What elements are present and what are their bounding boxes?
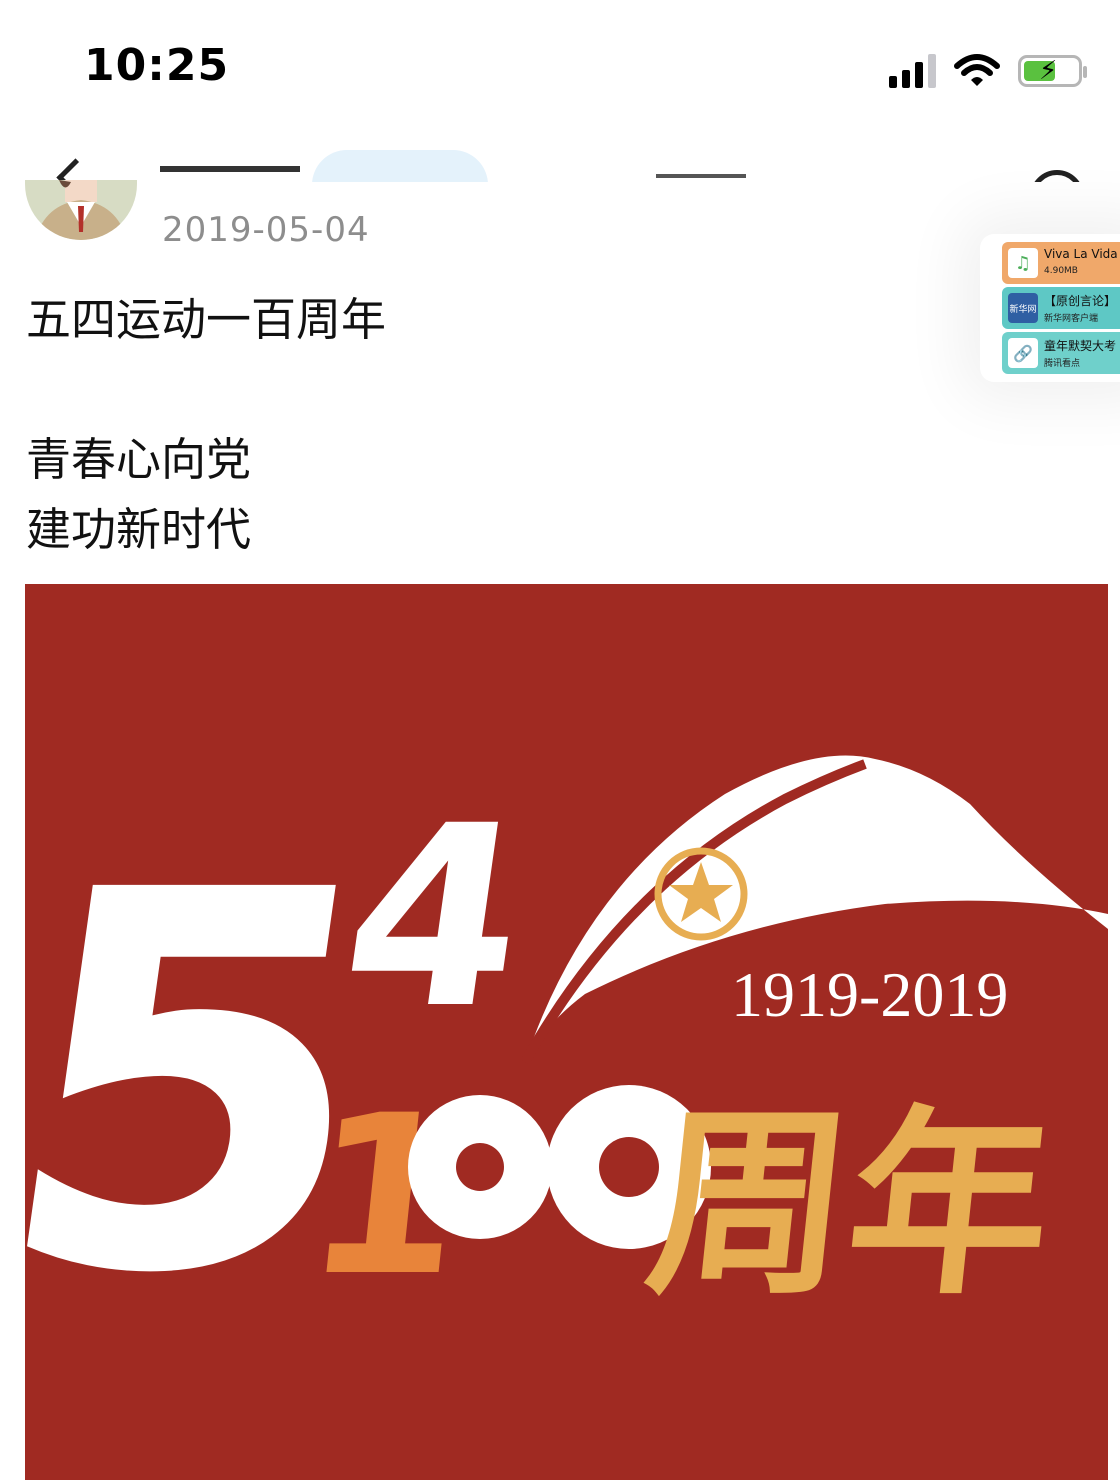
- share-item-title: Viva La Vida: [1044, 247, 1118, 261]
- share-item-music[interactable]: ♫ Viva La Vida 4.90MB: [1002, 242, 1120, 284]
- avatar[interactable]: [25, 180, 137, 240]
- post-image[interactable]: 1919-2019 5 4 1 周年: [25, 584, 1108, 1480]
- post-date: 2019-05-04: [162, 210, 370, 250]
- share-item-subtitle: 新华网客户端: [1044, 314, 1099, 324]
- battery-icon: ⚡: [1018, 55, 1087, 87]
- share-item-subtitle: 腾讯看点: [1044, 359, 1081, 369]
- follow-button[interactable]: [312, 150, 488, 182]
- share-panel: ♫ Viva La Vida 4.90MB 新华网 【原创言论】 新华网客户端 …: [980, 234, 1120, 382]
- xinhua-logo-icon: 新华网: [1008, 293, 1038, 323]
- status-bar: 10:25 ⚡: [0, 0, 1120, 140]
- wifi-icon: [954, 54, 1000, 86]
- nav-header: [0, 150, 1120, 182]
- post-text-line: 建功新时代: [26, 503, 252, 556]
- share-item-title: 童年默契大考: [1044, 339, 1117, 353]
- post-text-line: 青春心向党: [26, 433, 252, 486]
- music-note-icon: ♫: [1008, 248, 1038, 278]
- back-arrow-icon[interactable]: [56, 158, 95, 182]
- share-item-subtitle: 4.90MB: [1044, 266, 1078, 276]
- emblem-years: 1919-2019: [731, 959, 1008, 1030]
- author-name: [160, 166, 300, 182]
- share-item-title: 【原创言论】: [1044, 294, 1117, 308]
- centennial-emblem: 1919-2019 5 4 1 周年: [25, 584, 1108, 1480]
- share-item-link[interactable]: 🔗 童年默契大考 腾讯看点: [1002, 332, 1120, 374]
- status-icons: ⚡: [889, 46, 1087, 96]
- status-time: 10:25: [84, 40, 230, 91]
- search-icon[interactable]: [1030, 170, 1084, 182]
- post-text-line: 五四运动一百周年: [26, 293, 387, 346]
- cellular-signal-icon: [889, 54, 936, 88]
- share-item-article[interactable]: 新华网 【原创言论】 新华网客户端: [1002, 287, 1120, 329]
- emblem-anniversary: 周年: [637, 1090, 1061, 1322]
- link-icon: 🔗: [1008, 338, 1038, 368]
- header-title: [656, 174, 746, 178]
